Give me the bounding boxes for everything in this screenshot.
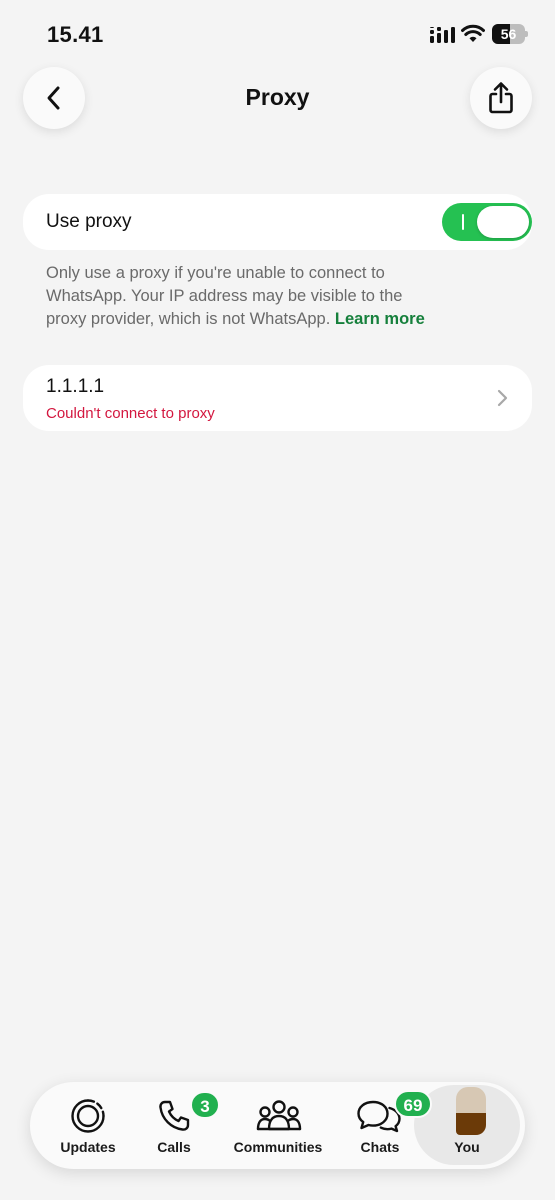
share-button[interactable] (470, 67, 532, 129)
chevron-right-icon (497, 389, 508, 407)
tab-updates[interactable]: Updates (50, 1082, 126, 1169)
learn-more-link[interactable]: Learn more (335, 310, 425, 328)
communities-icon (256, 1100, 302, 1131)
use-proxy-toggle[interactable] (442, 203, 532, 241)
battery-icon: 56 (492, 24, 528, 44)
calls-badge: 3 (190, 1091, 220, 1119)
status-time: 15.41 (47, 22, 104, 47)
use-proxy-row: Use proxy (23, 194, 532, 250)
status-bar: 15.41 56 (0, 0, 555, 70)
updates-icon (71, 1099, 105, 1133)
toggle-on-indicator (462, 214, 464, 230)
use-proxy-label: Use proxy (46, 211, 132, 232)
bottom-tab-bar: Updates Calls Communities Chats You 3 69 (30, 1082, 525, 1169)
proxy-address: 1.1.1.1 (46, 376, 105, 397)
battery-level: 56 (500, 26, 517, 42)
tab-chats-label: Chats (360, 1139, 400, 1155)
phone-icon (159, 1100, 190, 1131)
tab-communities[interactable]: Communities (228, 1082, 328, 1169)
chats-badge: 69 (394, 1090, 432, 1118)
proxy-status: Couldn't connect to proxy (46, 405, 215, 422)
tab-communities-label: Communities (233, 1139, 323, 1155)
share-icon (489, 82, 513, 114)
wifi-icon (461, 24, 485, 42)
tab-you-label: You (454, 1139, 480, 1155)
cellular-signal-icon (430, 27, 455, 43)
proxy-description: Only use a proxy if you're unable to con… (46, 262, 446, 331)
tab-updates-label: Updates (60, 1139, 116, 1155)
avatar (456, 1087, 486, 1135)
tab-calls-label: Calls (157, 1139, 191, 1155)
toggle-knob (477, 206, 529, 238)
proxy-settings-screen: 15.41 56 Proxy Use proxy Only use a prox… (0, 0, 555, 1200)
proxy-entry-row[interactable]: 1.1.1.1 Couldn't connect to proxy (23, 365, 532, 431)
